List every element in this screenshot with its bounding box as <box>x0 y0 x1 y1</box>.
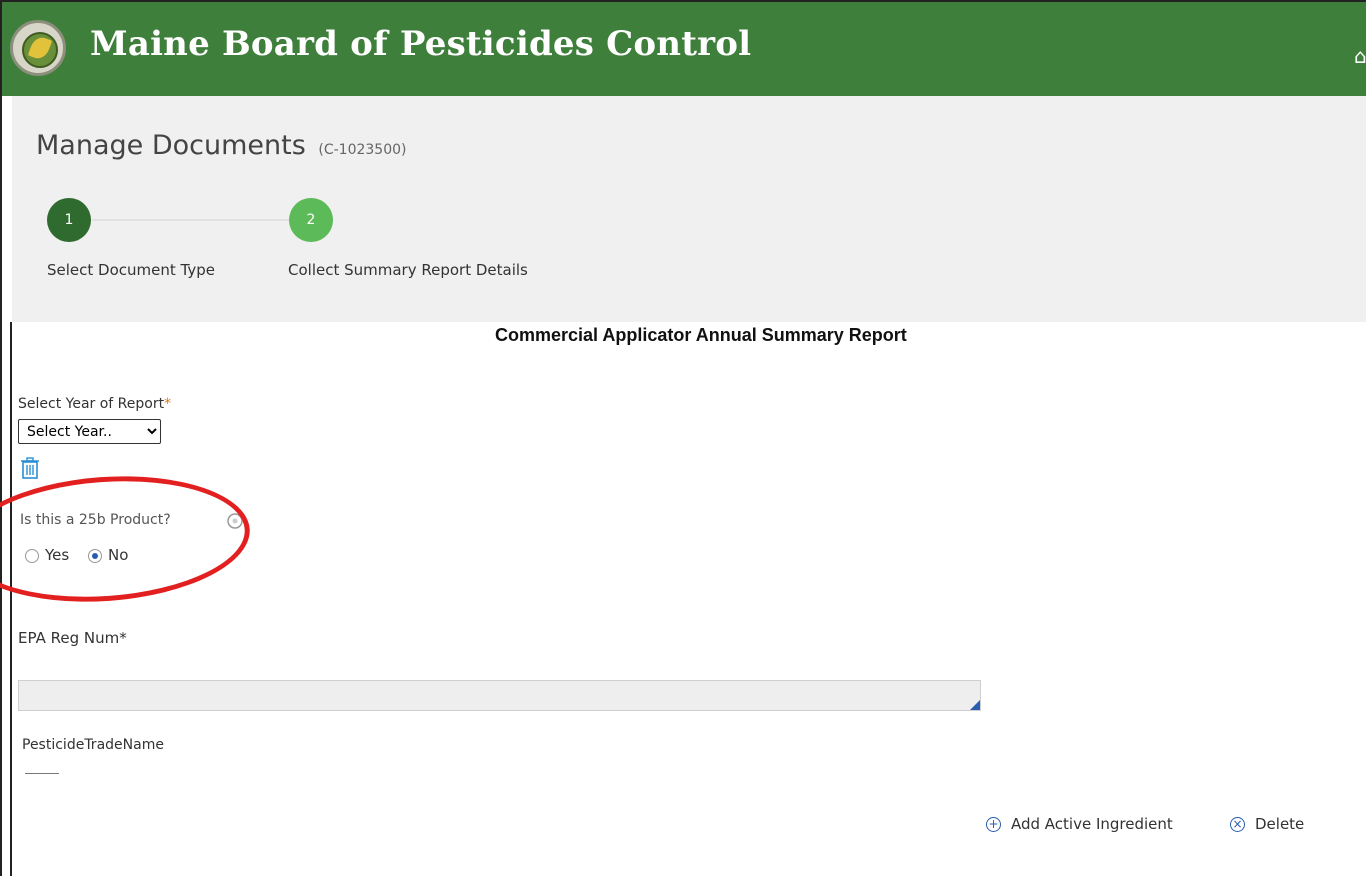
epa-reg-num-input[interactable] <box>18 680 981 711</box>
logo-seal-icon <box>10 20 66 76</box>
year-label: Select Year of Report* <box>18 396 171 412</box>
add-ingredient-button[interactable]: + Add Active Ingredient <box>986 815 1173 833</box>
delete-label: Delete <box>1255 815 1305 833</box>
year-label-text: Select Year of Report <box>18 396 165 412</box>
trade-name-empty-value <box>25 773 59 774</box>
required-asterisk: * <box>164 396 172 412</box>
epa-label: EPA Reg Num* <box>18 629 127 647</box>
trade-name-label: PesticideTradeName <box>22 737 164 753</box>
resize-corner-icon <box>970 700 980 710</box>
trash-icon[interactable] <box>20 456 40 480</box>
home-icon[interactable]: ⌂ <box>1354 46 1366 66</box>
step-connector <box>92 219 290 221</box>
content-left-border <box>10 322 12 876</box>
app-title: Maine Board of Pesticides Control <box>90 24 752 64</box>
add-ingredient-label: Add Active Ingredient <box>1011 815 1173 833</box>
year-select[interactable]: Select Year.. <box>18 419 161 444</box>
case-id: (C-1023500) <box>318 142 407 158</box>
page-title: Manage Documents (C-1023500) <box>36 130 406 161</box>
report-title: Commercial Applicator Annual Summary Rep… <box>495 325 907 345</box>
close-circle-icon: × <box>1230 816 1245 832</box>
plus-circle-icon: + <box>986 816 1001 832</box>
step-2-label: Collect Summary Report Details <box>288 261 528 279</box>
header-bar: Maine Board of Pesticides Control ⌂ <box>2 2 1366 96</box>
page-title-text: Manage Documents <box>36 130 306 161</box>
step-1-indicator[interactable]: 1 <box>47 198 91 242</box>
step-2-indicator[interactable]: 2 <box>289 198 333 242</box>
delete-button[interactable]: × Delete <box>1230 815 1304 833</box>
step-1-label: Select Document Type <box>47 261 215 279</box>
